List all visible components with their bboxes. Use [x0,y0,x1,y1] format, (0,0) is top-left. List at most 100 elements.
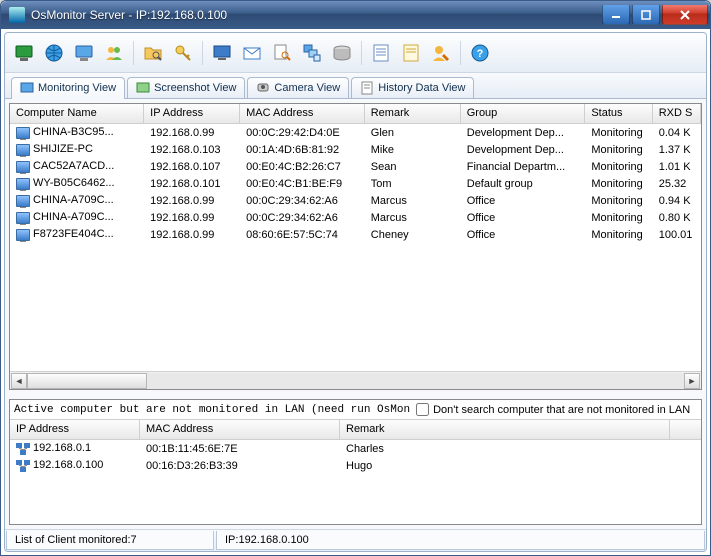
help-button[interactable]: ? [467,40,493,66]
toolbar-separator [202,41,203,65]
cell-remark: Marcus [365,211,461,225]
grid-body: CHINA-B3C95...192.168.0.9900:0C:29:42:D4… [10,124,701,371]
computer-icon [16,229,30,241]
user-edit-button[interactable] [428,40,454,66]
key-button[interactable] [170,40,196,66]
scroll-right-button[interactable]: ► [684,373,700,389]
globe-button[interactable] [41,40,67,66]
table-row[interactable]: SHIJIZE-PC192.168.0.10300:1A:4D:6B:81:92… [10,141,701,158]
statusbar: List of Client monitored:7 IP:192.168.0.… [5,529,706,551]
cell-status: Monitoring [585,126,652,140]
cell-ip: 192.168.0.100 [10,458,140,472]
cell-group: Office [461,211,586,225]
folder-search-icon [143,43,163,63]
scroll-left-button[interactable]: ◄ [11,373,27,389]
form-button[interactable] [368,40,394,66]
scroll-track[interactable] [27,373,684,389]
cell-rxd: 0.94 K [653,194,701,208]
column-header[interactable]: Status [585,104,652,123]
table-row[interactable]: CHINA-B3C95...192.168.0.9900:0C:29:42:D4… [10,124,701,141]
unmonitored-grid-header: IP AddressMAC AddressRemark [10,420,701,440]
help-icon: ? [470,43,490,63]
users-button[interactable] [101,40,127,66]
cell-remark: Cheney [365,228,461,242]
tab-label: Camera View [274,82,340,94]
close-button[interactable] [662,5,708,25]
cell-mac: 00:16:D3:26:B3:39 [140,459,340,473]
key-icon [173,43,193,63]
folder-search-button[interactable] [140,40,166,66]
dont-search-text: Don't search computer that are not monit… [433,404,690,416]
table-row[interactable]: WY-B05C6462...192.168.0.10100:E0:4C:B1:B… [10,175,701,192]
dont-search-checkbox-label[interactable]: Don't search computer that are not monit… [416,403,690,416]
table-row[interactable]: F8723FE404C...192.168.0.9908:60:6E:57:5C… [10,226,701,243]
column-header[interactable]: IP Address [144,104,240,123]
display-icon [74,43,94,63]
cell-group: Default group [461,177,586,191]
disk-button[interactable] [329,40,355,66]
tab-label: History Data View [378,82,465,94]
cell-mac: 00:0C:29:34:62:A6 [240,194,365,208]
cell-remark: Mike [365,143,461,157]
screen-button[interactable] [209,40,235,66]
cell-mac: 00:0C:29:42:D4:0E [240,126,365,140]
column-header[interactable]: IP Address [10,420,140,439]
column-header[interactable]: Remark [365,104,461,123]
minimize-button[interactable] [602,5,630,25]
column-header[interactable]: Group [461,104,586,123]
table-row[interactable]: CAC52A7ACD...192.168.0.10700:E0:4C:B2:26… [10,158,701,175]
table-row[interactable]: CHINA-A709C...192.168.0.9900:0C:29:34:62… [10,209,701,226]
horizontal-scrollbar[interactable]: ◄ ► [10,371,701,389]
cell-group: Office [461,228,586,242]
cell-remark: Marcus [365,194,461,208]
app-icon [9,7,25,23]
dont-search-checkbox[interactable] [416,403,429,416]
tab-monitoring-view[interactable]: Monitoring View [11,77,125,99]
cell-status: Monitoring [585,211,652,225]
cell-rxd: 100.01 [653,228,701,242]
cell-computer-name: CHINA-A709C... [10,193,144,207]
maximize-button[interactable] [632,5,660,25]
tab-label: Screenshot View [154,82,236,94]
cell-remark: Sean [365,160,461,174]
table-row[interactable]: CHINA-A709C...192.168.0.9900:0C:29:34:62… [10,192,701,209]
tab-camera-view[interactable]: Camera View [247,77,349,98]
display-button[interactable] [71,40,97,66]
cell-ip: 192.168.0.101 [144,177,240,191]
note-button[interactable] [398,40,424,66]
tab-screenshot-view[interactable]: Screenshot View [127,77,245,98]
window-control-group [602,5,708,25]
titlebar[interactable]: OsMonitor Server - IP:192.168.0.100 [1,1,710,29]
column-header[interactable]: MAC Address [240,104,365,123]
page-search-button[interactable] [269,40,295,66]
toolbar-separator [460,41,461,65]
toolbar: ? [5,33,706,73]
scroll-thumb[interactable] [27,373,147,389]
column-header[interactable]: Remark [340,420,670,439]
cell-mac: 00:0C:29:34:62:A6 [240,211,365,225]
mail-icon [242,43,262,63]
mail-button[interactable] [239,40,265,66]
column-header[interactable]: RXD S [653,104,701,123]
globe-icon [44,43,64,63]
table-row[interactable]: 192.168.0.10000:16:D3:26:B3:39Hugo [10,457,701,474]
column-header[interactable]: MAC Address [140,420,340,439]
window-title: OsMonitor Server - IP:192.168.0.100 [31,8,602,22]
cell-computer-name: CHINA-A709C... [10,210,144,224]
cell-remark: Tom [365,177,461,191]
screen-icon [212,43,232,63]
table-row[interactable]: 192.168.0.100:1B:11:45:6E:7ECharles [10,440,701,457]
windows-button[interactable] [299,40,325,66]
tab-history-data-view[interactable]: History Data View [351,77,474,98]
disk-icon [332,43,352,63]
computer-icon [16,178,30,190]
note-icon [401,43,421,63]
computer-icon [16,161,30,173]
unmonitored-message: Active computer but are not monitored in… [14,404,410,416]
column-header[interactable]: Computer Name [10,104,144,123]
cell-computer-name: WY-B05C6462... [10,176,144,190]
monitor-green-button[interactable] [11,40,37,66]
cell-group: Development Dep... [461,126,586,140]
tab-icon [256,81,270,95]
cell-group: Development Dep... [461,143,586,157]
